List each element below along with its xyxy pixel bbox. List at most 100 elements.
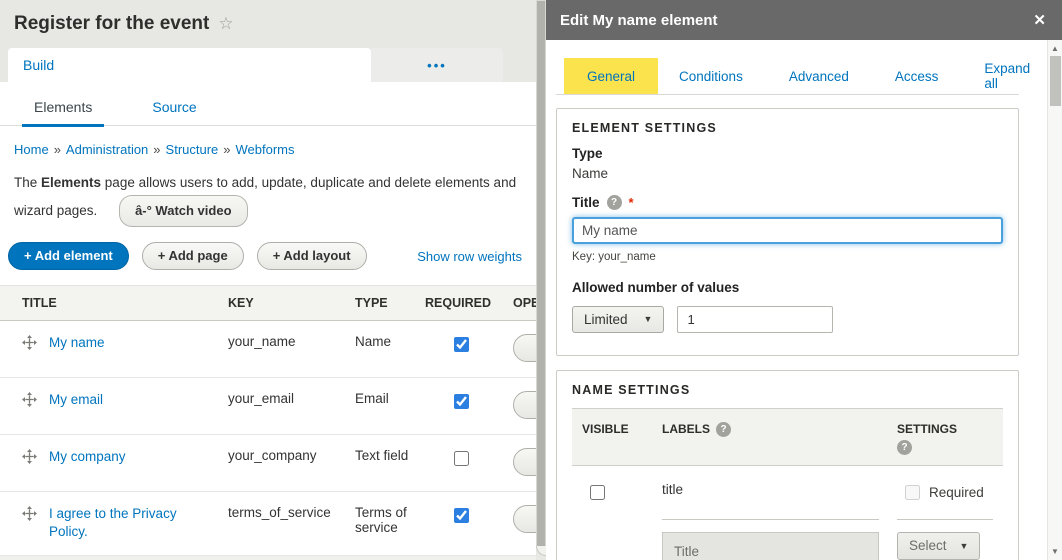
settings-header-text: SETTINGS [897,422,958,436]
webform-build-page: Register for the event ☆ Build ••• Eleme… [0,0,536,560]
allowed-values-select[interactable]: Limited ▼ [572,306,665,333]
limit-input[interactable] [677,306,834,333]
required-checkbox[interactable] [454,451,469,466]
page-header: Register for the event ☆ [0,0,536,48]
column-header-visible: VISIBLE [582,422,629,436]
dialog-resize-handle[interactable] [536,0,546,547]
element-link[interactable]: My email [49,391,103,409]
settings-select[interactable]: Select ▼ [897,532,981,560]
expand-all-link[interactable]: Expand all [984,58,1030,94]
add-element-button[interactable]: + Add element [8,242,129,270]
edit-button[interactable] [513,334,536,362]
edit-button[interactable] [513,448,536,476]
required-checkbox[interactable] [454,508,469,523]
intro-text: The Elements page allows users to add, u… [14,170,530,227]
chevron-down-icon: ▼ [959,540,969,551]
watch-video-button[interactable]: â-° Watch video [119,195,248,227]
dialog-body: General Conditions Advanced Access Expan… [546,40,1062,560]
drag-handle-icon[interactable] [22,392,37,410]
table-header-row: TITLE KEY TYPE REQUIRED OPERATIONS [0,285,536,321]
column-header-key: KEY [220,285,347,321]
help-icon[interactable]: ? [716,422,731,437]
type-value: Name [572,166,609,181]
table-row: Submit button(s) actions Submit button(s… [0,555,536,560]
column-header-settings: SETTINGS ? [897,422,993,455]
column-header-required: REQUIRED [417,285,505,321]
favorite-star-icon[interactable]: ☆ [218,14,233,34]
edit-button[interactable] [513,505,536,533]
edit-button[interactable] [513,391,536,419]
title-input[interactable] [572,217,1003,244]
dialog-tab-bar: General Conditions Advanced Access Expan… [556,58,1030,95]
labels-header-text: LABELS [662,422,710,436]
help-icon[interactable]: ? [606,195,622,210]
breadcrumb: Home » Administration » Structure » Webforms [14,142,536,157]
element-key: actions [220,555,347,560]
secondary-tab-bar: Elements Source [0,82,536,127]
dialog-scrollbar[interactable]: ▲ ▼ [1047,40,1062,560]
actions-row: + Add element + Add page + Add layout Sh… [8,242,522,270]
element-link[interactable]: I agree to the Privacy Policy. [49,505,212,541]
element-link[interactable]: My company [49,448,126,466]
edit-element-dialog: Edit My name element ✕ General Condition… [536,0,1062,560]
tab-conditions[interactable]: Conditions [679,58,743,94]
tab-build[interactable]: Build [8,48,371,82]
column-header-title: TITLE [0,285,220,321]
breadcrumb-administration[interactable]: Administration [66,142,148,157]
breadcrumb-structure[interactable]: Structure [166,142,219,157]
table-row: I agree to the Privacy Policy. terms_of_… [0,491,536,556]
intro-bold: Elements [41,175,102,190]
page-title: Register for the event [14,13,210,34]
breadcrumb-home[interactable]: Home [14,142,49,157]
element-settings-fieldset: ELEMENT SETTINGS Type Name Title ? * Key… [556,108,1019,356]
drag-handle-icon[interactable] [22,506,37,524]
table-row: My name your_name Name [0,320,536,378]
element-key: terms_of_service [220,491,347,556]
breadcrumb-webforms[interactable]: Webforms [236,142,295,157]
element-link[interactable]: My name [49,334,105,352]
label-text-input[interactable]: Title [662,532,879,560]
type-label: Type [572,146,603,161]
drag-handle-icon[interactable] [22,449,37,467]
element-key: your_company [220,434,347,492]
scrollbar-thumb[interactable] [1050,56,1061,106]
build-content: Elements Source Home » Administration » Stru… [0,82,536,560]
column-header-labels: LABELS ? [662,422,879,455]
allowed-values-selected: Limited [584,311,628,327]
drag-handle-icon[interactable] [22,335,37,353]
breadcrumb-separator: » [223,142,231,157]
dialog-titlebar[interactable]: Edit My name element ✕ [546,0,1062,40]
visible-checkbox[interactable] [590,485,605,500]
element-type: Text field [347,434,417,492]
scroll-down-icon[interactable]: ▼ [1048,547,1062,556]
scroll-up-icon[interactable]: ▲ [1048,44,1062,53]
table-row: My company your_company Text field [0,434,536,492]
tab-source[interactable]: Source [140,99,208,125]
more-tabs-button[interactable]: ••• [371,48,503,82]
fieldset-legend: NAME SETTINGS [572,383,691,397]
elements-table: TITLE KEY TYPE REQUIRED OPERATIONS My na… [0,285,536,560]
help-icon[interactable]: ? [897,440,912,455]
column-header-operations: OPERATIONS [505,285,536,321]
element-type: Submit button(s) [347,555,417,560]
primary-tab-bar: Build ••• [0,48,536,82]
tab-advanced[interactable]: Advanced [789,58,849,94]
name-settings-input-row: Title Select ▼ [572,520,1003,560]
tab-general[interactable]: General [564,58,659,94]
add-layout-button[interactable]: + Add layout [256,242,367,270]
title-label-row: Title ? * [572,195,1003,210]
required-checkbox-disabled [905,485,920,500]
dialog-window: Edit My name element ✕ General Condition… [546,0,1062,560]
tab-access[interactable]: Access [895,58,939,94]
element-type: Terms of service [347,491,417,556]
dialog-title: Edit My name element [560,11,718,29]
chevron-down-icon: ▼ [643,314,653,324]
required-checkbox[interactable] [454,394,469,409]
close-icon[interactable]: ✕ [1033,11,1046,29]
tab-elements[interactable]: Elements [22,99,105,127]
show-row-weights-link[interactable]: Show row weights [417,249,522,264]
required-checkbox[interactable] [454,337,469,352]
add-page-button[interactable]: + Add page [141,242,244,270]
name-settings-fieldset: NAME SETTINGS VISIBLE LABELS ? SETTINGS … [556,370,1019,560]
allowed-values-label: Allowed number of values [572,280,740,295]
